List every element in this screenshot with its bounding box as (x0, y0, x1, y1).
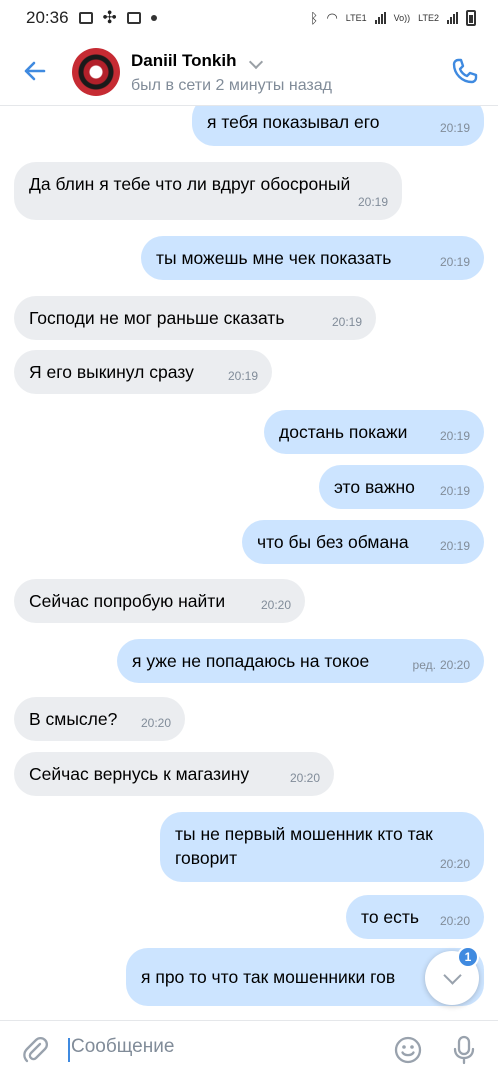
message-time: 20:19 (227, 369, 258, 383)
message-time: 20:19 (439, 121, 470, 135)
gallery-icon (78, 12, 93, 24)
upload-icon (126, 12, 141, 24)
chevron-down-icon (442, 965, 462, 985)
paperclip-icon[interactable] (20, 1035, 50, 1065)
message-input-placeholder: Сообщение (71, 1036, 175, 1057)
notification-dot-icon (150, 15, 157, 21)
message-text: я тебя показывал его (207, 112, 380, 132)
message-time: 20:19 (439, 429, 470, 443)
message-outgoing[interactable]: я тебя показывал его 20:19 (192, 106, 484, 146)
message-text: ты не первый мошенник кто так говорит (175, 824, 433, 868)
message-outgoing[interactable]: это важно 20:19 (319, 465, 484, 509)
microphone-icon[interactable] (449, 1034, 479, 1066)
status-left: 20:36 ✣ (26, 8, 157, 28)
message-text: Сейчас вернусь к магазину (29, 764, 250, 784)
message-text: Господи не мог раньше сказать (29, 308, 285, 328)
status-right: ᛒ ◠ LTE1 Vo)) LTE2 (310, 10, 476, 26)
message-time: 20:19 (331, 315, 362, 329)
chat-header: Daniil Tonkih был в сети 2 минуты назад (0, 36, 498, 106)
contact-name[interactable]: Daniil Tonkih (131, 51, 236, 71)
message-text: это важно (334, 477, 415, 497)
volte-label: Vo)) (393, 13, 411, 23)
phone-icon[interactable] (450, 56, 480, 86)
status-bar: 20:36 ✣ ᛒ ◠ LTE1 Vo)) LTE2 (0, 0, 498, 36)
message-time: 20:19 (439, 255, 470, 269)
message-incoming[interactable]: Господи не мог раньше сказать 20:19 (14, 296, 376, 340)
message-time-value: 20:20 (439, 658, 470, 672)
message-time: 20:20 (439, 857, 470, 871)
signal2-icon (447, 12, 458, 24)
message-incoming[interactable]: Да блин я тебе что ли вдруг обосроный 20… (14, 162, 402, 220)
message-list[interactable]: я тебя показывал его 20:19 Да блин я теб… (0, 106, 498, 1020)
fan-icon: ✣ (102, 8, 117, 27)
message-text: что бы без обмана (257, 532, 409, 552)
message-input[interactable]: Сообщение (68, 1036, 368, 1064)
message-incoming[interactable]: Я его выкинул сразу 20:19 (14, 350, 272, 394)
message-time: 20:20 (260, 598, 291, 612)
message-time: 20:19 (439, 539, 470, 553)
message-text: Да блин я тебе что ли вдруг обосроный (29, 174, 351, 194)
message-time: 20:19 (357, 195, 388, 209)
message-text: я уже не попадаюсь на токое (132, 651, 370, 671)
message-text: Я его выкинул сразу (29, 362, 194, 382)
message-time: ред. 20:20 (413, 653, 470, 677)
bluetooth-icon: ᛒ (310, 10, 319, 26)
message-time: 20:20 (140, 716, 171, 730)
message-text: Сейчас попробую найти (29, 591, 226, 611)
message-incoming[interactable]: В смысле? 20:20 (14, 697, 185, 741)
unread-badge: 1 (457, 946, 479, 968)
message-composer: Сообщение (0, 1020, 498, 1080)
message-incoming[interactable]: Сейчас вернусь к магазину 20:20 (14, 752, 334, 796)
last-seen-status: был в сети 2 минуты назад (131, 77, 332, 94)
message-outgoing[interactable]: я уже не попадаюсь на токое ред. 20:20 (117, 639, 484, 683)
message-text: я про то что так мошенники гов (141, 967, 396, 987)
message-time: 20:20 (289, 771, 320, 785)
message-outgoing[interactable]: ты не первый мошенник кто так говорит 20… (160, 812, 484, 882)
message-outgoing[interactable]: что бы без обмана 20:19 (242, 520, 484, 564)
message-outgoing[interactable]: ты можешь мне чек показать 20:19 (141, 236, 484, 280)
chevron-down-icon[interactable] (248, 54, 264, 70)
message-incoming[interactable]: Сейчас попробую найти 20:20 (14, 579, 305, 623)
battery-icon (466, 10, 476, 26)
message-outgoing[interactable]: то есть 20:20 (346, 895, 484, 939)
back-arrow-icon[interactable] (20, 56, 50, 86)
message-text: достань покажи (279, 422, 408, 442)
message-time: 20:20 (439, 914, 470, 928)
clock: 20:36 (26, 8, 69, 27)
avatar[interactable] (72, 48, 120, 96)
edited-label: ред. (412, 658, 436, 672)
message-outgoing[interactable]: достань покажи 20:19 (264, 410, 484, 454)
lte2-label: LTE2 (418, 13, 439, 23)
smile-icon[interactable] (393, 1035, 423, 1065)
signal1-icon (374, 12, 386, 24)
lte1-label: LTE1 (345, 13, 367, 23)
message-time: 20:19 (439, 484, 470, 498)
wifi-icon: ◠ (326, 10, 338, 25)
message-text: В смысле? (29, 709, 118, 729)
message-text: ты можешь мне чек показать (156, 248, 392, 268)
message-text: то есть (361, 907, 420, 927)
